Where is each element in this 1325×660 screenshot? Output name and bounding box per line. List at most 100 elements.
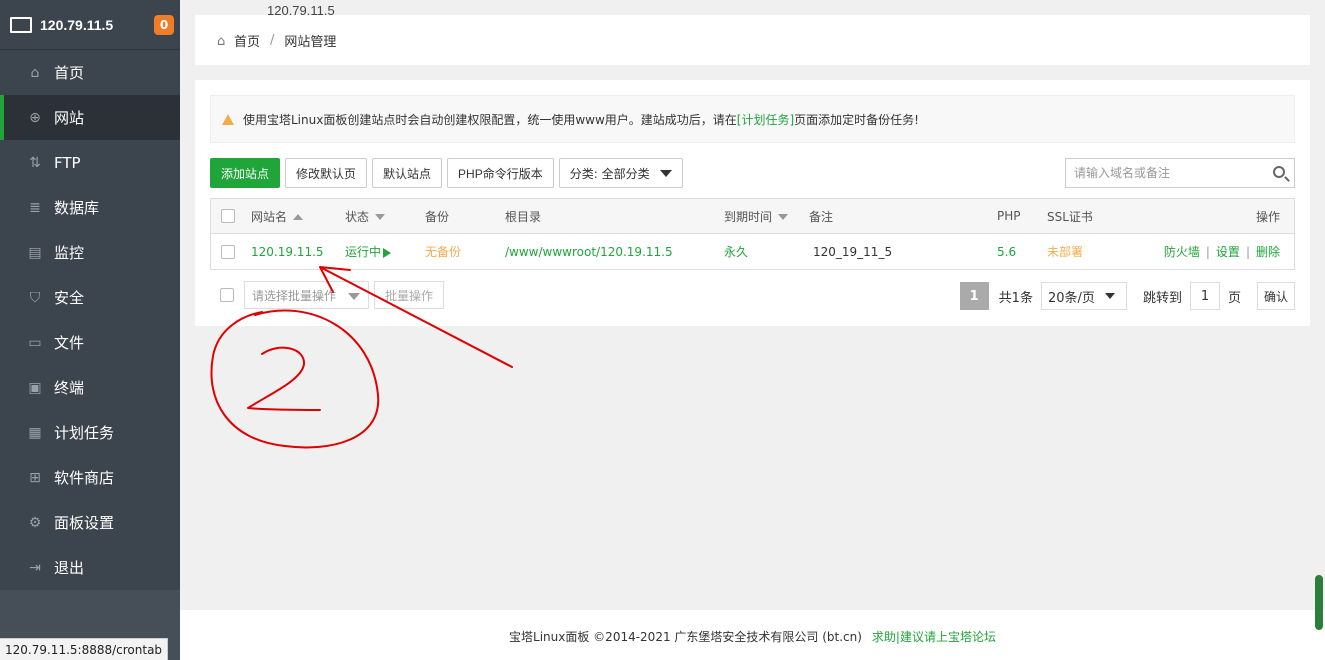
sidebar-item-label: 安全 [54, 289, 85, 307]
batch-operation-button[interactable]: 批量操作 [374, 281, 444, 309]
sidebar-nav: ⌂ 首页 ⊕ 网站 ⇅ FTP ≣ 数据库 ▤ 监控 ⛉ 安全 ▭ 文件 ▣ 终端 ▦ 计划任务 … [0, 50, 180, 590]
page-current[interactable]: 1 [959, 282, 989, 310]
header-php: PHP [997, 209, 1021, 223]
header-site-name[interactable]: 网站名 [246, 208, 345, 225]
sidebar-item-monitor[interactable]: ▤ 监控 [0, 230, 180, 275]
breadcrumb-separator: / [270, 32, 275, 48]
sidebar-item-security[interactable]: ⛉ 安全 [0, 275, 180, 320]
terminal-icon: ▣ [28, 379, 42, 396]
sidebar-item-label: 面板设置 [54, 514, 115, 532]
alert-text-before: 使用宝塔Linux面板创建站点时会自动创建权限配置，统一使用www用户。建站成功… [243, 112, 737, 127]
page-jump-label: 跳转到 [1142, 290, 1182, 306]
page-jump-input[interactable]: 1 [1189, 282, 1220, 310]
sidebar-item-label: 软件商店 [54, 469, 115, 487]
category-select[interactable]: 分类: 全部分类 [558, 158, 683, 188]
sidebar-item-settings[interactable]: ⚙ 面板设置 [0, 500, 180, 545]
sidebar: 120.79.11.5 0 ⌂ 首页 ⊕ 网站 ⇅ FTP ≣ 数据库 ▤ 监控 ⛉ 安全 … [0, 0, 180, 660]
pagination: 1 共1条 20条/页 跳转到 1 页 确认 [959, 281, 1295, 311]
sidebar-item-database[interactable]: ≣ 数据库 [0, 185, 180, 230]
info-alert: 使用宝塔Linux面板创建站点时会自动创建权限配置，统一使用www用户。建站成功… [210, 95, 1295, 143]
chevron-down-icon [1104, 293, 1115, 299]
site-status[interactable]: 运行中 [345, 243, 425, 260]
site-name-link[interactable]: 120.19.11.5 [246, 245, 345, 259]
sidebar-item-store[interactable]: ⊞ 软件商店 [0, 455, 180, 500]
site-php-version[interactable]: 5.6 [997, 245, 1047, 259]
site-root-link[interactable]: /www/wwwroot/120.19.11.5 [505, 245, 724, 259]
batch-operation-select[interactable]: 请选择批量操作 [244, 281, 369, 309]
category-select-value: 分类: 全部分类 [569, 166, 650, 181]
sidebar-item-ftp[interactable]: ⇅ FTP [0, 140, 180, 185]
header-root: 根目录 [505, 209, 542, 224]
database-icon: ≣ [29, 199, 41, 216]
sidebar-item-crontab[interactable]: ▦ 计划任务 [0, 410, 180, 455]
sidebar-item-files[interactable]: ▭ 文件 [0, 320, 180, 365]
php-cli-version-button[interactable]: PHP命令行版本 [447, 158, 554, 188]
default-site-button[interactable]: 默认站点 [372, 158, 443, 188]
alert-text-after: 页面添加定时备份任务! [794, 112, 919, 127]
ftp-icon: ⇅ [29, 154, 41, 171]
delete-link[interactable]: 删除 [1256, 245, 1280, 259]
sidebar-item-label: 文件 [54, 334, 85, 352]
header-ssl: SSL证书 [1047, 209, 1093, 224]
chevron-down-icon [348, 293, 360, 300]
site-expire-link[interactable]: 永久 [724, 243, 813, 260]
site-backup-link[interactable]: 无备份 [425, 243, 505, 260]
sidebar-item-logout[interactable]: ⇥ 退出 [0, 545, 180, 590]
calendar-icon: ▦ [28, 424, 42, 441]
sidebar-header: 120.79.11.5 0 [0, 0, 180, 50]
gear-icon: ⚙ [28, 514, 42, 531]
firewall-link[interactable]: 防火墙 [1164, 245, 1200, 259]
sidebar-item-label: 终端 [54, 379, 85, 397]
breadcrumb: ⌂ 首页 / 网站管理 [195, 15, 1310, 65]
footer-forum-link[interactable]: 求助|建议请上宝塔论坛 [872, 630, 996, 644]
monitor-chart-icon: ▤ [28, 244, 42, 261]
site-ssl-status[interactable]: 未部署 [1047, 243, 1147, 260]
warning-icon [222, 113, 234, 125]
chevron-down-icon [659, 169, 672, 177]
site-management-panel: 使用宝塔Linux面板创建站点时会自动创建权限配置，统一使用www用户。建站成功… [195, 80, 1310, 326]
header-ops: 操作 [1255, 209, 1280, 224]
sidebar-item-terminal[interactable]: ▣ 终端 [0, 365, 180, 410]
annotation-circle [210, 309, 380, 449]
row-checkbox[interactable] [221, 244, 235, 259]
folder-icon: ▭ [28, 334, 42, 351]
search-icon[interactable] [1273, 166, 1285, 178]
sidebar-item-label: 退出 [54, 559, 85, 577]
table-row: 120.19.11.5 运行中 无备份 /www/wwwroot/120.19.… [211, 234, 1294, 269]
play-icon [383, 247, 392, 258]
footer-copyright: 宝塔Linux面板 ©2014-2021 广东堡塔安全技术有限公司 (bt.cn… [509, 630, 862, 644]
table-footer: 请选择批量操作 批量操作 1 共1条 20条/页 跳转到 1 页 确认 [210, 281, 1295, 311]
site-remark[interactable]: 120_19_11_5 [813, 245, 997, 259]
home-icon: ⌂ [30, 64, 40, 81]
page-unit: 页 [1227, 290, 1241, 306]
page-confirm-button[interactable]: 确认 [1256, 282, 1295, 310]
sidebar-item-home[interactable]: ⌂ 首页 [0, 50, 180, 95]
edit-default-page-button[interactable]: 修改默认页 [285, 158, 368, 188]
search-input[interactable] [1074, 166, 1264, 180]
header-status[interactable]: 状态 [345, 208, 425, 225]
toolbar: 添加站点 修改默认页 默认站点 PHP命令行版本 分类: 全部分类 [210, 158, 683, 188]
settings-link[interactable]: 设置 [1216, 245, 1240, 259]
sidebar-item-label: 监控 [54, 244, 85, 262]
sort-desc-icon [375, 214, 386, 220]
header-backup: 备份 [425, 209, 450, 224]
page-total: 共1条 [998, 290, 1033, 306]
table-header-row: 网站名 状态 备份 根目录 到期时间 备注 PHP SSL证书 操作 [211, 199, 1294, 234]
header-expire[interactable]: 到期时间 [724, 208, 809, 225]
breadcrumb-home[interactable]: 首页 [234, 31, 260, 50]
add-site-button[interactable]: 添加站点 [210, 158, 281, 188]
notification-badge[interactable]: 0 [154, 15, 174, 35]
browser-status-bar: 120.79.11.5:8888/crontab [0, 638, 169, 660]
scrollbar-thumb[interactable] [1315, 575, 1323, 630]
breadcrumb-current: 网站管理 [284, 34, 337, 50]
home-icon: ⌂ [217, 33, 226, 49]
sidebar-item-website[interactable]: ⊕ 网站 [0, 95, 180, 140]
batch-select-all-checkbox[interactable] [220, 288, 234, 302]
page-footer: 宝塔Linux面板 ©2014-2021 广东堡塔安全技术有限公司 (bt.cn… [180, 610, 1325, 660]
select-all-checkbox[interactable] [221, 209, 235, 223]
page-size-select[interactable]: 20条/页 [1040, 282, 1127, 310]
sidebar-item-label: 首页 [54, 64, 85, 82]
alert-crontab-link[interactable]: [计划任务] [737, 111, 794, 128]
shield-icon: ⛉ [29, 289, 41, 306]
header-remark: 备注 [809, 209, 834, 224]
